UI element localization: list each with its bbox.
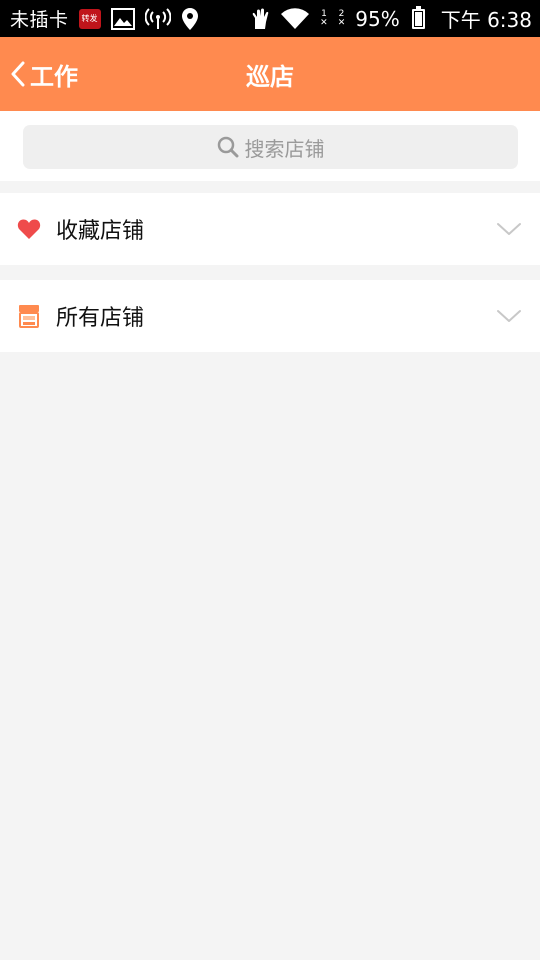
status-right: 1 ✕ 2 ✕ 95% 下午 6:38 bbox=[250, 4, 532, 33]
sim1-no-signal-icon: 1 ✕ bbox=[320, 9, 328, 28]
battery-percent: 95% bbox=[355, 6, 400, 31]
search-area: 搜索店铺 bbox=[0, 111, 540, 181]
battery-icon bbox=[411, 5, 425, 29]
chevron-down-icon bbox=[497, 310, 521, 322]
search-placeholder: 搜索店铺 bbox=[244, 136, 325, 161]
section-label: 所有店铺 bbox=[56, 306, 145, 331]
section-label: 收藏店铺 bbox=[56, 219, 145, 244]
back-button[interactable]: 工作 bbox=[10, 37, 78, 111]
search-icon bbox=[217, 136, 238, 158]
search-input[interactable]: 搜索店铺 bbox=[23, 125, 518, 169]
page-title: 巡店 bbox=[246, 62, 294, 91]
wifi-icon bbox=[280, 7, 310, 30]
x-mark-icon: ✕ bbox=[320, 17, 328, 28]
app-notification-icon: 转发 bbox=[78, 8, 101, 29]
status-bar: 未插卡 转发 1 ✕ 2 ✕ 95% 下午 6:38 bbox=[0, 0, 540, 37]
location-icon bbox=[181, 7, 199, 31]
x-mark-icon: ✕ bbox=[337, 17, 346, 28]
status-left: 未插卡 转发 bbox=[10, 5, 199, 32]
heart-icon bbox=[16, 216, 42, 242]
store-icon bbox=[16, 303, 42, 329]
image-icon bbox=[110, 7, 135, 30]
section-all-stores[interactable]: 所有店铺 bbox=[0, 280, 540, 352]
sim2-no-signal-icon: 2 ✕ bbox=[337, 9, 346, 28]
glove-icon bbox=[250, 8, 270, 30]
section-favorite-stores[interactable]: 收藏店铺 bbox=[0, 193, 540, 265]
clock: 下午 6:38 bbox=[440, 8, 532, 32]
carrier-text: 未插卡 bbox=[10, 9, 69, 31]
chevron-down-icon bbox=[497, 223, 521, 235]
back-label: 工作 bbox=[30, 62, 78, 91]
chevron-left-icon bbox=[11, 61, 25, 87]
navbar: 巡店 工作 bbox=[0, 37, 540, 111]
hotspot-icon bbox=[144, 7, 171, 30]
